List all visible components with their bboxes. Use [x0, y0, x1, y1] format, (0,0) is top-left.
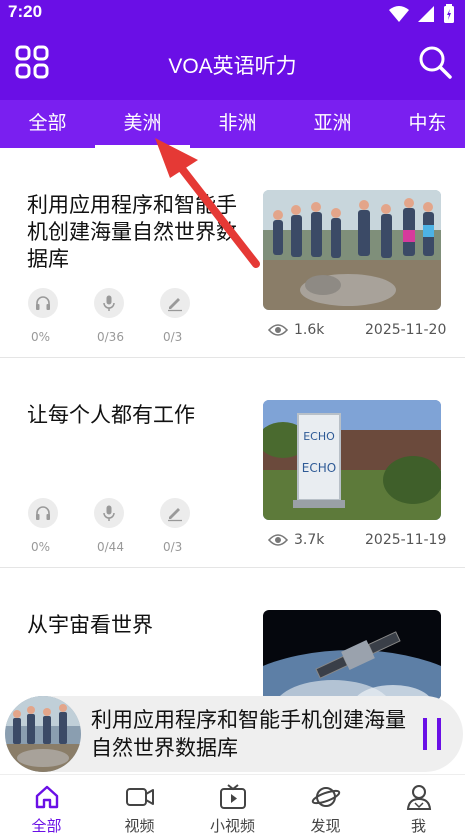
nav-short-video[interactable]: 小视频 — [186, 775, 279, 840]
view-count-value: 1.6k — [294, 322, 325, 338]
search-icon[interactable] — [417, 44, 453, 80]
eye-icon — [268, 534, 288, 546]
pause-icon[interactable] — [420, 718, 446, 750]
cellular-signal-icon — [418, 6, 434, 22]
svg-text:ECHO: ECHO — [303, 430, 335, 443]
nav-home[interactable]: 全部 — [0, 775, 93, 840]
tv-play-icon — [219, 784, 246, 809]
nav-me[interactable]: 我 — [372, 775, 465, 840]
user-icon — [406, 785, 431, 810]
listen-value: 0% — [31, 540, 51, 554]
app-bar: VOA英语听力 — [0, 30, 465, 100]
article-item[interactable]: 利用应用程序和智能手机创建海量自然世界数据库 0% 0/36 0/3 1.6k … — [0, 148, 465, 358]
view-count-value: 3.7k — [294, 532, 325, 548]
article-stats: 0% 0/44 0/3 — [25, 498, 223, 554]
nav-video-label: 视频 — [124, 817, 155, 835]
write-progress: 0/3 — [157, 288, 223, 344]
listen-value: 0% — [31, 330, 51, 344]
nav-discover-label: 发现 — [310, 817, 341, 835]
status-icons — [389, 4, 455, 24]
video-camera-icon — [125, 788, 154, 806]
player-title: 利用应用程序和智能手机创建海量自然世界数据库 — [91, 708, 406, 760]
nav-home-label: 全部 — [31, 817, 62, 835]
screen: 7:20 VOA英语听力 全部 美洲 非洲 亚洲 中东 利用应用程序和智能手机创… — [0, 0, 465, 840]
article-thumbnail — [263, 190, 441, 310]
nav-discover[interactable]: 发现 — [279, 775, 372, 840]
battery-icon — [444, 4, 454, 23]
nav-short-video-label: 小视频 — [209, 817, 255, 835]
write-progress: 0/3 — [157, 498, 223, 554]
speak-progress: 0/44 — [91, 498, 157, 554]
speak-value: 0/36 — [97, 330, 124, 344]
tab-africa[interactable]: 非洲 — [190, 100, 285, 148]
home-icon — [35, 785, 58, 809]
headphones-icon — [28, 288, 58, 318]
tab-asia[interactable]: 亚洲 — [285, 100, 380, 148]
wifi-icon — [389, 6, 409, 22]
pencil-icon — [160, 288, 190, 318]
nav-video[interactable]: 视频 — [93, 775, 186, 840]
article-thumbnail — [263, 610, 441, 700]
pencil-icon — [160, 498, 190, 528]
status-time: 7:20 — [8, 2, 43, 21]
svg-text:ECHO: ECHO — [302, 461, 336, 475]
write-value: 0/3 — [163, 540, 183, 554]
article-title: 利用应用程序和智能手机创建海量自然世界数据库 — [27, 193, 237, 271]
view-count: 1.6k — [268, 322, 324, 338]
tab-middle-east[interactable]: 中东 — [380, 100, 465, 148]
nav-me-label: 我 — [410, 817, 426, 835]
article-thumbnail: ECHO ECHO — [263, 400, 441, 520]
article-stats: 0% 0/36 0/3 — [25, 288, 223, 344]
headphones-icon — [28, 498, 58, 528]
microphone-icon — [94, 498, 124, 528]
article-title: 从宇宙看世界 — [27, 613, 153, 637]
tab-all[interactable]: 全部 — [0, 100, 95, 148]
bottom-nav: 全部 视频 小视频 发现 我 — [0, 774, 465, 840]
publish-date: 2025-11-20 — [365, 322, 447, 338]
publish-date: 2025-11-19 — [365, 532, 447, 548]
mini-player[interactable]: 利用应用程序和智能手机创建海量自然世界数据库 — [5, 696, 463, 772]
speak-value: 0/44 — [97, 540, 124, 554]
status-bar: 7:20 — [0, 0, 465, 30]
view-count: 3.7k — [268, 532, 324, 548]
category-tabs: 全部 美洲 非洲 亚洲 中东 — [0, 100, 465, 148]
planet-icon — [311, 787, 340, 807]
app-title: VOA英语听力 — [168, 55, 297, 78]
article-title: 让每个人都有工作 — [27, 403, 195, 427]
tab-americas[interactable]: 美洲 — [95, 100, 190, 148]
speak-progress: 0/36 — [91, 288, 157, 344]
write-value: 0/3 — [163, 330, 183, 344]
eye-icon — [268, 324, 288, 336]
microphone-icon — [94, 288, 124, 318]
article-item[interactable]: 让每个人都有工作 0% 0/44 0/3 ECHO ECHO 3.7k 2025… — [0, 358, 465, 568]
listen-progress: 0% — [25, 498, 91, 554]
listen-progress: 0% — [25, 288, 91, 344]
player-artwork — [5, 696, 81, 772]
